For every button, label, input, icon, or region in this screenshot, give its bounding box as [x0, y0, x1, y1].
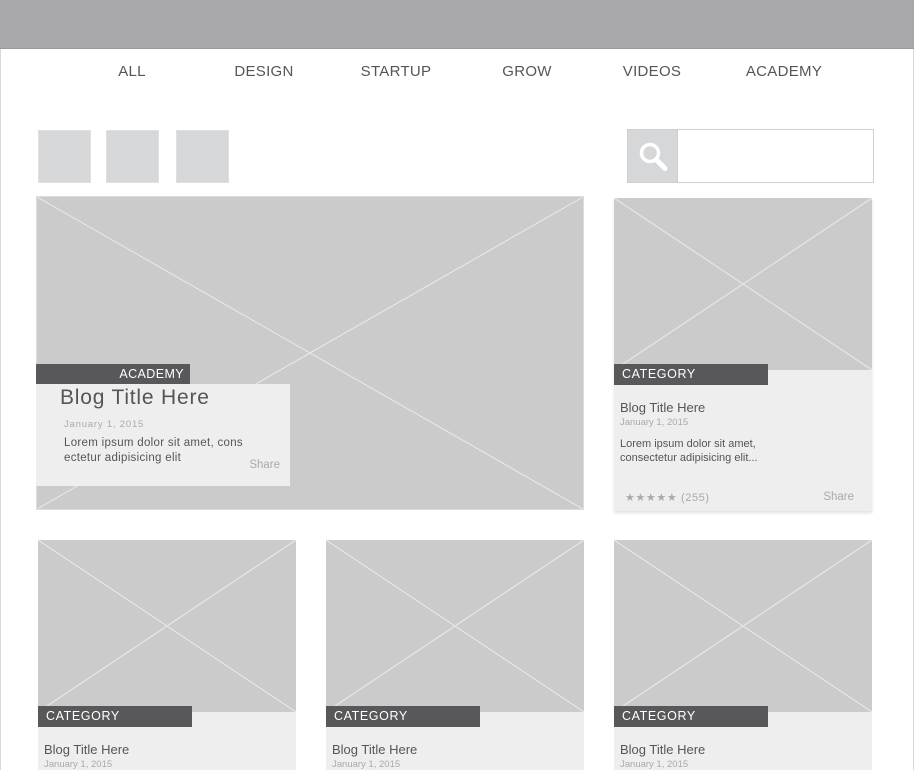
top-bar	[0, 0, 914, 49]
side-card-image-placeholder[interactable]	[614, 198, 872, 370]
image-placeholder-icon	[326, 540, 584, 712]
post-card-image-placeholder[interactable]	[326, 540, 584, 712]
nav-item-academy[interactable]: ACADEMY	[746, 63, 822, 80]
side-card-category-tag[interactable]: CATEGORY	[614, 364, 768, 385]
post-card-image-placeholder[interactable]	[38, 540, 296, 712]
thumbnail-1[interactable]	[38, 130, 91, 183]
post-card-2: CATEGORY Blog Title Here January 1, 2015	[326, 540, 584, 770]
search-input[interactable]	[679, 130, 873, 182]
post-card-category-tag[interactable]: CATEGORY	[326, 706, 480, 727]
side-card-share-link[interactable]: Share	[823, 491, 854, 503]
search-box	[627, 129, 874, 183]
image-placeholder-icon	[614, 198, 872, 370]
category-nav: ALL DESIGN STARTUP GROW VIDEOS ACADEMY	[0, 63, 914, 83]
nav-item-all[interactable]: ALL	[118, 63, 146, 80]
side-card-date: January 1, 2015	[620, 417, 689, 428]
post-card-date: January 1, 2015	[44, 759, 113, 770]
hero-share-link[interactable]: Share	[249, 459, 280, 471]
side-post-card: CATEGORY Blog Title Here January 1, 2015…	[614, 198, 872, 511]
post-card-date: January 1, 2015	[620, 759, 689, 770]
hero-category-tag[interactable]: ACADEMY	[36, 364, 190, 384]
frame-border-left	[0, 49, 1, 770]
nav-item-startup[interactable]: STARTUP	[361, 63, 432, 80]
thumbnail-3[interactable]	[176, 130, 229, 183]
post-card-date: January 1, 2015	[332, 759, 401, 770]
post-card-title[interactable]: Blog Title Here	[332, 742, 417, 757]
post-card-category-tag[interactable]: CATEGORY	[614, 706, 768, 727]
image-placeholder-icon	[38, 540, 296, 712]
hero-title[interactable]: Blog Title Here	[60, 386, 210, 410]
image-placeholder-icon	[614, 540, 872, 712]
side-card-title[interactable]: Blog Title Here	[620, 400, 705, 415]
post-card-title[interactable]: Blog Title Here	[620, 742, 705, 757]
nav-item-grow[interactable]: GROW	[502, 63, 552, 80]
hero-card: Blog Title Here January 1, 2015 Lorem ip…	[36, 384, 290, 486]
post-card-3: CATEGORY Blog Title Here January 1, 2015	[614, 540, 872, 770]
search-icon	[639, 142, 668, 171]
thumbnail-2[interactable]	[106, 130, 159, 183]
post-card-category-tag[interactable]: CATEGORY	[38, 706, 192, 727]
post-card-1: CATEGORY Blog Title Here January 1, 2015	[38, 540, 296, 770]
post-card-title[interactable]: Blog Title Here	[44, 742, 129, 757]
side-card-rating: ★★★★★ (255)	[625, 492, 710, 504]
post-card-image-placeholder[interactable]	[614, 540, 872, 712]
search-button[interactable]	[628, 130, 678, 182]
nav-item-design[interactable]: DESIGN	[234, 63, 293, 80]
nav-item-videos[interactable]: VIDEOS	[623, 63, 681, 80]
hero-excerpt: Lorem ipsum dolor sit amet, cons ectetur…	[64, 437, 243, 464]
side-card-excerpt: Lorem ipsum dolor sit amet, consectetur …	[620, 438, 758, 464]
hero-date: January 1, 2015	[64, 419, 145, 430]
